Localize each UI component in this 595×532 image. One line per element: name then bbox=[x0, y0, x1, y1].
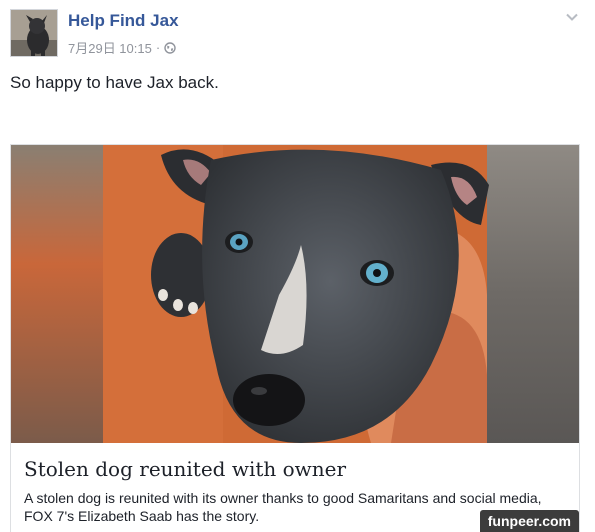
globe-icon[interactable] bbox=[164, 41, 176, 54]
link-preview-image bbox=[11, 145, 579, 443]
watermark: funpeer.com bbox=[479, 510, 579, 532]
post-meta: 7月29日 10:15 · bbox=[68, 38, 176, 57]
post-timestamp[interactable]: 7月29日 10:15 bbox=[68, 38, 152, 57]
page-author-link[interactable]: Help Find Jax bbox=[68, 11, 179, 31]
shared-link-card[interactable]: Stolen dog reunited with owner A stolen … bbox=[10, 144, 580, 532]
post-text: So happy to have Jax back. bbox=[10, 73, 219, 92]
page-avatar[interactable] bbox=[10, 9, 58, 57]
chevron-down-icon[interactable] bbox=[565, 10, 579, 24]
link-card-title[interactable]: Stolen dog reunited with owner bbox=[24, 457, 346, 481]
meta-separator: · bbox=[155, 40, 161, 55]
dog-avatar-image bbox=[11, 10, 57, 56]
dog-photo bbox=[11, 145, 579, 443]
